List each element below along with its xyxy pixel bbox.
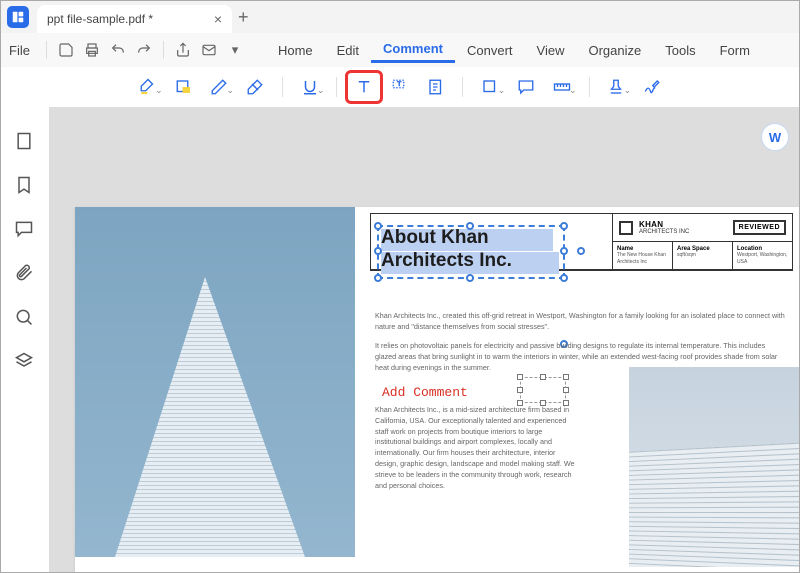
menubar: File ▾ Home Edit Comment Convert View Or… [1, 33, 799, 67]
attachments-icon[interactable] [14, 263, 36, 285]
new-tab-button[interactable]: + [238, 7, 249, 28]
underline-tool[interactable] [293, 72, 327, 102]
close-icon[interactable]: × [214, 11, 222, 27]
menu-tools[interactable]: Tools [653, 39, 707, 62]
separator [336, 77, 337, 97]
measure-tool[interactable] [545, 72, 579, 102]
resize-handle[interactable] [560, 247, 568, 255]
undo-icon[interactable] [105, 37, 131, 63]
resize-handle[interactable] [517, 387, 523, 393]
comment-selection-box[interactable] [520, 377, 566, 403]
thumbnails-icon[interactable] [14, 131, 36, 153]
page: KHAN ARCHITECTS INC REVIEWED Name The Ne… [75, 207, 799, 572]
separator [46, 41, 47, 59]
menu-file[interactable]: File [9, 43, 30, 58]
text-callout-tool[interactable] [383, 72, 417, 102]
layers-icon[interactable] [14, 351, 36, 373]
redo-icon[interactable] [131, 37, 157, 63]
sidebar [1, 107, 49, 572]
email-icon[interactable] [196, 37, 222, 63]
menu-organize[interactable]: Organize [576, 39, 653, 62]
resize-handle[interactable] [466, 222, 474, 230]
resize-handle[interactable] [374, 274, 382, 282]
menu-comment[interactable]: Comment [371, 37, 455, 63]
word-icon-label: W [769, 130, 781, 145]
workspace: W KHAN ARCHITECTS INC REVIEW [1, 107, 799, 572]
menu-convert[interactable]: Convert [455, 39, 525, 62]
resize-handle[interactable] [374, 247, 382, 255]
titlebar: ppt file-sample.pdf * × + [1, 1, 799, 33]
search-icon[interactable] [14, 307, 36, 329]
menu-form[interactable]: Form [708, 39, 762, 62]
tab-title: ppt file-sample.pdf * [47, 12, 153, 26]
print-icon[interactable] [79, 37, 105, 63]
resize-handle[interactable] [540, 374, 546, 380]
separator [163, 41, 164, 59]
save-icon[interactable] [53, 37, 79, 63]
comment-annotation[interactable]: Add Comment [382, 385, 468, 400]
resize-handle[interactable] [563, 387, 569, 393]
hero-image-left [75, 207, 355, 557]
info-name-value: The New House Khan Architects Inc [617, 252, 668, 265]
resize-handle[interactable] [374, 222, 382, 230]
more-icon[interactable]: ▾ [222, 37, 248, 63]
comment-toolbar [1, 67, 799, 107]
resize-handle[interactable] [560, 274, 568, 282]
document-canvas[interactable]: W KHAN ARCHITECTS INC REVIEW [49, 107, 799, 572]
info-loc-value: Westport, Washington, USA [737, 252, 788, 265]
resize-handle[interactable] [466, 274, 474, 282]
shapes-tool[interactable] [473, 72, 507, 102]
area-highlight-tool[interactable] [167, 72, 201, 102]
resize-handle[interactable] [563, 374, 569, 380]
hero-image-right [629, 367, 799, 567]
document-tab[interactable]: ppt file-sample.pdf * × [37, 5, 232, 33]
reviewed-stamp: REVIEWED [733, 220, 786, 235]
text-selection-box[interactable] [377, 225, 565, 279]
text-comment-tool[interactable] [347, 72, 381, 102]
menu-view[interactable]: View [525, 39, 577, 62]
pencil-tool[interactable] [202, 72, 236, 102]
menu-home[interactable]: Home [266, 39, 325, 62]
note-tool[interactable] [419, 72, 453, 102]
word-export-button[interactable]: W [761, 123, 789, 151]
resize-handle[interactable] [577, 247, 585, 255]
body-paragraph-3: Khan Architects Inc., is a mid-sized arc… [375, 405, 575, 491]
separator [589, 77, 590, 97]
chat-comment-tool[interactable] [509, 72, 543, 102]
brand-sub: ARCHITECTS INC [639, 229, 689, 235]
eraser-tool[interactable] [238, 72, 272, 102]
comments-panel-icon[interactable] [14, 219, 36, 241]
brand-logo-icon [619, 221, 633, 235]
highlighter-tool[interactable] [131, 72, 165, 102]
resize-handle[interactable] [560, 222, 568, 230]
app-logo [7, 6, 29, 28]
brand-name: KHAN [639, 220, 689, 229]
separator [282, 77, 283, 97]
info-area-value: sqft/sqm [677, 252, 728, 259]
signature-tool[interactable] [635, 72, 669, 102]
separator [462, 77, 463, 97]
resize-handle[interactable] [517, 374, 523, 380]
body-paragraph-1: Khan Architects Inc., created this off-g… [375, 311, 785, 333]
share-icon[interactable] [170, 37, 196, 63]
bookmarks-icon[interactable] [14, 175, 36, 197]
menu-edit[interactable]: Edit [325, 39, 371, 62]
stamp-tool[interactable] [600, 72, 634, 102]
